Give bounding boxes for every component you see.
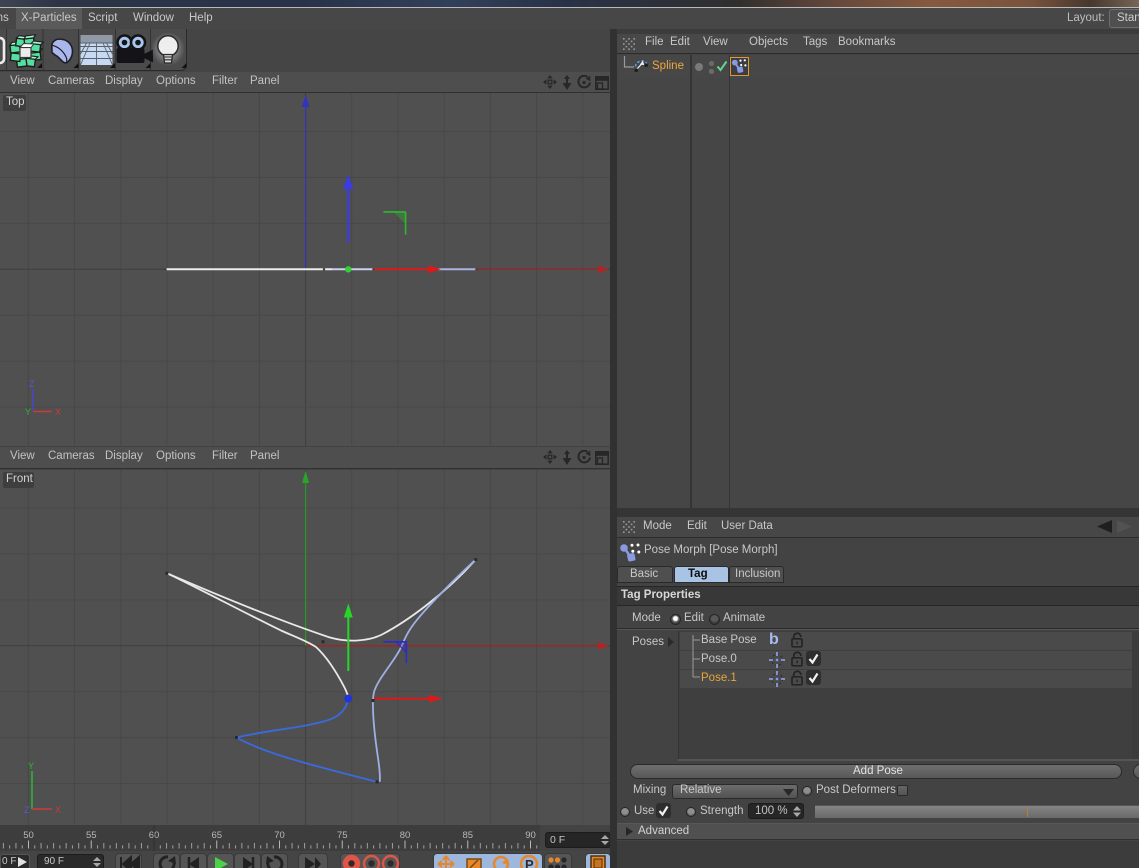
- svg-text:X: X: [55, 805, 61, 815]
- svg-text:Z: Z: [24, 805, 30, 815]
- svg-text:70: 70: [274, 830, 285, 841]
- svg-text:55: 55: [86, 830, 97, 841]
- svg-text:85: 85: [462, 830, 473, 841]
- svg-text:90: 90: [525, 830, 536, 841]
- svg-text:80: 80: [400, 830, 411, 841]
- svg-text:P: P: [525, 857, 534, 868]
- svg-text:Y: Y: [28, 761, 34, 771]
- svg-text:X: X: [55, 407, 61, 417]
- svg-text:Y: Y: [25, 407, 31, 417]
- svg-text:65: 65: [211, 830, 222, 841]
- svg-text:50: 50: [23, 830, 34, 841]
- svg-text:75: 75: [337, 830, 348, 841]
- svg-text:Z: Z: [29, 379, 35, 389]
